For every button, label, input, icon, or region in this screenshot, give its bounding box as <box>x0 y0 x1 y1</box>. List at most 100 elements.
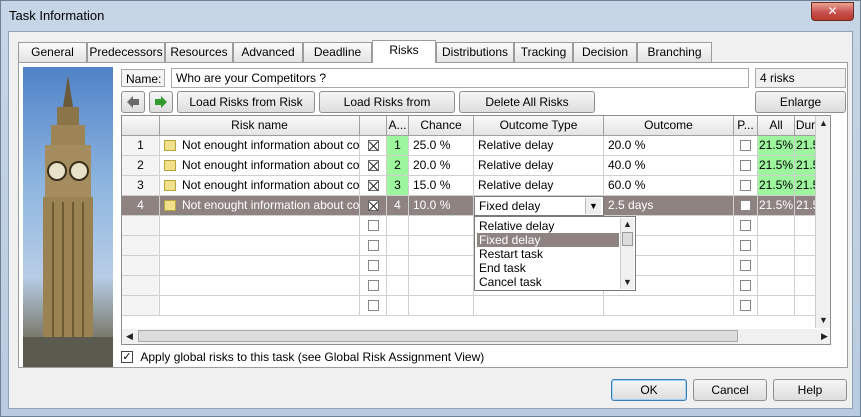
outcome-cell[interactable]: 2.5 days <box>604 196 734 216</box>
empty-grid-cell[interactable] <box>758 256 795 276</box>
empty-grid-cell[interactable] <box>795 296 817 316</box>
tab-resources[interactable]: Resources <box>165 42 233 62</box>
delete-all-risks-button[interactable]: Delete All Risks <box>459 91 595 113</box>
header-outcome[interactable]: Outcome <box>604 116 734 136</box>
empty-grid-cell[interactable] <box>795 216 817 236</box>
apply-global-risks-checkbox[interactable]: ✓ Apply global risks to this task (see G… <box>121 349 484 365</box>
load-risks-from-view-button[interactable]: Load Risks from Risk View <box>177 91 315 129</box>
empty-grid-cell[interactable] <box>160 216 360 236</box>
chance-cell[interactable]: 20.0 % <box>409 156 474 176</box>
empty-grid-cell[interactable] <box>122 216 160 236</box>
active-checkbox[interactable] <box>360 156 387 176</box>
empty-grid-cell[interactable] <box>734 276 758 296</box>
empty-grid-cell[interactable] <box>122 296 160 316</box>
empty-grid-cell[interactable] <box>734 256 758 276</box>
empty-grid-cell[interactable] <box>387 216 409 236</box>
scroll-up-icon[interactable]: ▲ <box>817 117 830 130</box>
risk-name-cell[interactable]: Not enought information about comp <box>160 176 360 196</box>
dropdown-option[interactable]: Restart task <box>477 247 619 261</box>
p-checkbox[interactable] <box>734 196 758 216</box>
active-checkbox[interactable] <box>360 196 387 216</box>
chance-cell[interactable]: 25.0 % <box>409 136 474 156</box>
header-active[interactable] <box>360 116 387 136</box>
dropdown-option[interactable]: Cancel task <box>477 275 619 289</box>
back-button[interactable] <box>121 91 145 113</box>
empty-grid-cell[interactable] <box>409 296 474 316</box>
header-risk-name[interactable]: Risk name <box>160 116 360 136</box>
empty-grid-cell[interactable] <box>758 276 795 296</box>
empty-grid-cell[interactable] <box>387 276 409 296</box>
header-a[interactable]: A... <box>387 116 409 136</box>
cancel-button[interactable]: Cancel <box>693 379 767 401</box>
dropdown-option[interactable]: End task <box>477 261 619 275</box>
empty-grid-cell[interactable] <box>795 276 817 296</box>
empty-grid-cell[interactable] <box>474 296 604 316</box>
outcome-cell[interactable]: 20.0 % <box>604 136 734 156</box>
empty-grid-cell[interactable] <box>360 236 387 256</box>
empty-grid-cell[interactable] <box>160 236 360 256</box>
tab-general[interactable]: General <box>18 42 87 62</box>
empty-grid-cell[interactable] <box>387 296 409 316</box>
risk-name-cell[interactable]: Not enought information about comp <box>160 156 360 176</box>
header-dur[interactable]: Dur <box>795 116 817 136</box>
chance-cell[interactable]: 15.0 % <box>409 176 474 196</box>
tab-decision[interactable]: Decision <box>573 42 637 62</box>
risk-name-cell[interactable]: Not enought information about comp <box>160 196 360 216</box>
empty-grid-cell[interactable] <box>122 256 160 276</box>
grid-horizontal-scrollbar[interactable]: ◀ ▶ <box>122 329 830 344</box>
scroll-thumb[interactable] <box>138 330 738 342</box>
outcome-type-cell[interactable]: Relative delay <box>474 156 604 176</box>
tab-predecessors[interactable]: Predecessors <box>87 42 165 62</box>
load-risks-from-template-button[interactable]: Load Risks from Template <box>319 91 455 129</box>
empty-grid-cell[interactable] <box>409 276 474 296</box>
empty-grid-cell[interactable] <box>387 256 409 276</box>
chevron-down-icon[interactable]: ▼ <box>585 198 601 214</box>
empty-grid-cell[interactable] <box>409 256 474 276</box>
empty-grid-cell[interactable] <box>122 276 160 296</box>
empty-grid-cell[interactable] <box>795 256 817 276</box>
outcome-type-dropdown[interactable]: Relative delay Fixed delay Restart task … <box>474 216 636 291</box>
tab-risks[interactable]: Risks <box>372 40 436 63</box>
empty-grid-cell[interactable] <box>360 296 387 316</box>
empty-grid-cell[interactable] <box>160 276 360 296</box>
tab-deadline[interactable]: Deadline <box>303 42 372 62</box>
scroll-down-icon[interactable]: ▼ <box>817 314 830 327</box>
outcome-cell[interactable]: 60.0 % <box>604 176 734 196</box>
empty-grid-cell[interactable] <box>734 216 758 236</box>
empty-grid-cell[interactable] <box>360 276 387 296</box>
empty-grid-cell[interactable] <box>360 216 387 236</box>
empty-grid-cell[interactable] <box>409 216 474 236</box>
enlarge-button[interactable]: Enlarge <box>755 91 846 113</box>
outcome-type-cell[interactable]: Relative delay <box>474 176 604 196</box>
active-checkbox[interactable] <box>360 176 387 196</box>
risk-name-cell[interactable]: Not enought information about comp <box>160 136 360 156</box>
p-checkbox[interactable] <box>734 156 758 176</box>
empty-grid-cell[interactable] <box>758 296 795 316</box>
tab-branching[interactable]: Branching <box>637 42 712 62</box>
tab-tracking[interactable]: Tracking <box>514 42 573 62</box>
dropdown-option-selected[interactable]: Fixed delay <box>477 233 619 247</box>
close-button[interactable]: ✕ <box>811 2 854 21</box>
grid-vertical-scrollbar[interactable]: ▲ ▼ <box>815 116 830 328</box>
tab-advanced[interactable]: Advanced <box>233 42 303 62</box>
empty-grid-cell[interactable] <box>160 256 360 276</box>
scroll-up-icon[interactable]: ▲ <box>621 218 634 231</box>
scroll-right-icon[interactable]: ▶ <box>818 330 830 343</box>
empty-grid-cell[interactable] <box>409 236 474 256</box>
ok-button[interactable]: OK <box>611 379 687 401</box>
scroll-down-icon[interactable]: ▼ <box>621 276 634 289</box>
outcome-type-select[interactable]: Fixed delay ▼ <box>474 196 604 216</box>
empty-grid-cell[interactable] <box>604 296 734 316</box>
header-p[interactable]: P... <box>734 116 758 136</box>
scroll-thumb[interactable] <box>622 232 633 246</box>
dropdown-option[interactable]: Relative delay <box>477 219 619 233</box>
empty-grid-cell[interactable] <box>734 236 758 256</box>
header-chance[interactable]: Chance <box>409 116 474 136</box>
tab-distributions[interactable]: Distributions <box>436 42 514 62</box>
empty-grid-cell[interactable] <box>734 296 758 316</box>
scroll-left-icon[interactable]: ◀ <box>123 330 136 343</box>
empty-grid-cell[interactable] <box>795 236 817 256</box>
task-name-input[interactable]: Who are your Competitors ? <box>171 68 749 88</box>
empty-grid-cell[interactable] <box>160 296 360 316</box>
empty-grid-cell[interactable] <box>758 236 795 256</box>
